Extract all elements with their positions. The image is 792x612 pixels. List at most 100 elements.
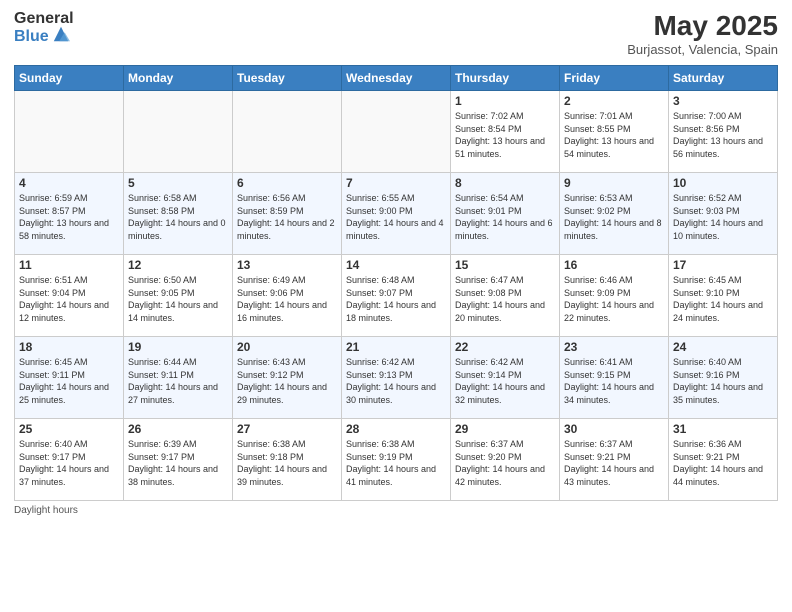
calendar-cell <box>15 91 124 173</box>
calendar-cell: 5Sunrise: 6:58 AMSunset: 8:58 PMDaylight… <box>124 173 233 255</box>
daylight-label: Daylight hours <box>14 505 78 516</box>
day-number: 16 <box>564 258 664 272</box>
calendar-cell: 21 Sunrise: 6:42 AMSunset: 9:13 PMDayligh… <box>342 337 451 419</box>
day-number: 19 <box>128 340 228 354</box>
title-month: May 2025 <box>627 10 778 42</box>
weekday-header-saturday: Saturday <box>669 66 778 91</box>
title-location: Burjassot, Valencia, Spain <box>627 42 778 57</box>
weekday-header-tuesday: Tuesday <box>233 66 342 91</box>
calendar-cell: 24 Sunrise: 6:40 AMSunset: 9:16 PMDayligh… <box>669 337 778 419</box>
day-number: 13 <box>237 258 337 272</box>
logo: General Blue <box>14 10 74 45</box>
day-number: 27 <box>237 422 337 436</box>
day-number: 30 <box>564 422 664 436</box>
day-number: 3 <box>673 94 773 108</box>
calendar-cell: 22 Sunrise: 6:42 AMSunset: 9:14 PMDayligh… <box>451 337 560 419</box>
weekday-header-row: SundayMondayTuesdayWednesdayThursdayFrid… <box>15 66 778 91</box>
calendar-cell: 29 Sunrise: 6:37 AMSunset: 9:20 PMDayligh… <box>451 419 560 501</box>
day-number: 24 <box>673 340 773 354</box>
day-number: 18 <box>19 340 119 354</box>
day-info: Sunrise: 6:37 AMSunset: 9:21 PMDaylight:… <box>564 438 664 488</box>
day-info: Sunrise: 6:51 AMSunset: 9:04 PMDaylight:… <box>19 274 119 324</box>
day-number: 12 <box>128 258 228 272</box>
day-info: Sunrise: 6:42 AMSunset: 9:13 PMDaylight:… <box>346 356 446 406</box>
calendar-cell: 8Sunrise: 6:54 AMSunset: 9:01 PMDaylight… <box>451 173 560 255</box>
day-number: 23 <box>564 340 664 354</box>
day-number: 9 <box>564 176 664 190</box>
calendar-cell: 17 Sunrise: 6:45 AMSunset: 9:10 PMDayligh… <box>669 255 778 337</box>
calendar-cell: 11 Sunrise: 6:51 AMSunset: 9:04 PMDayligh… <box>15 255 124 337</box>
day-info: Sunrise: 7:01 AMSunset: 8:55 PMDaylight:… <box>564 110 664 160</box>
day-info: Sunrise: 6:42 AMSunset: 9:14 PMDaylight:… <box>455 356 555 406</box>
day-info: Sunrise: 6:56 AMSunset: 8:59 PMDaylight:… <box>237 192 337 242</box>
calendar-week-5: 25 Sunrise: 6:40 AMSunset: 9:17 PMDayligh… <box>15 419 778 501</box>
calendar-cell: 16 Sunrise: 6:46 AMSunset: 9:09 PMDayligh… <box>560 255 669 337</box>
day-info: Sunrise: 6:45 AMSunset: 9:10 PMDaylight:… <box>673 274 773 324</box>
calendar-cell: 30 Sunrise: 6:37 AMSunset: 9:21 PMDayligh… <box>560 419 669 501</box>
logo-icon <box>52 25 70 43</box>
day-info: Sunrise: 6:45 AMSunset: 9:11 PMDaylight:… <box>19 356 119 406</box>
day-info: Sunrise: 6:55 AMSunset: 9:00 PMDaylight:… <box>346 192 446 242</box>
day-info: Sunrise: 6:39 AMSunset: 9:17 PMDaylight:… <box>128 438 228 488</box>
day-number: 31 <box>673 422 773 436</box>
day-info: Sunrise: 6:53 AMSunset: 9:02 PMDaylight:… <box>564 192 664 242</box>
calendar-cell: 2 Sunrise: 7:01 AMSunset: 8:55 PMDaylight… <box>560 91 669 173</box>
calendar-week-2: 4Sunrise: 6:59 AMSunset: 8:57 PMDaylight… <box>15 173 778 255</box>
calendar-cell <box>233 91 342 173</box>
day-info: Sunrise: 7:00 AMSunset: 8:56 PMDaylight:… <box>673 110 773 160</box>
calendar-cell: 1 Sunrise: 7:02 AMSunset: 8:54 PMDaylight… <box>451 91 560 173</box>
calendar-cell: 20 Sunrise: 6:43 AMSunset: 9:12 PMDayligh… <box>233 337 342 419</box>
calendar-cell: 19Sunrise: 6:44 AMSunset: 9:11 PMDayligh… <box>124 337 233 419</box>
logo-blue: Blue <box>14 28 49 46</box>
day-info: Sunrise: 6:40 AMSunset: 9:16 PMDaylight:… <box>673 356 773 406</box>
day-info: Sunrise: 6:38 AMSunset: 9:19 PMDaylight:… <box>346 438 446 488</box>
calendar-cell: 18 Sunrise: 6:45 AMSunset: 9:11 PMDayligh… <box>15 337 124 419</box>
day-number: 26 <box>128 422 228 436</box>
day-number: 22 <box>455 340 555 354</box>
day-info: Sunrise: 7:02 AMSunset: 8:54 PMDaylight:… <box>455 110 555 160</box>
calendar-cell: 9 Sunrise: 6:53 AMSunset: 9:02 PMDaylight… <box>560 173 669 255</box>
day-number: 20 <box>237 340 337 354</box>
day-info: Sunrise: 6:46 AMSunset: 9:09 PMDaylight:… <box>564 274 664 324</box>
day-number: 5 <box>128 176 228 190</box>
day-number: 6 <box>237 176 337 190</box>
day-info: Sunrise: 6:36 AMSunset: 9:21 PMDaylight:… <box>673 438 773 488</box>
calendar-week-3: 11 Sunrise: 6:51 AMSunset: 9:04 PMDayligh… <box>15 255 778 337</box>
title-block: May 2025 Burjassot, Valencia, Spain <box>627 10 778 57</box>
day-number: 11 <box>19 258 119 272</box>
calendar-cell <box>342 91 451 173</box>
calendar-cell: 3 Sunrise: 7:00 AMSunset: 8:56 PMDaylight… <box>669 91 778 173</box>
calendar-cell: 31 Sunrise: 6:36 AMSunset: 9:21 PMDayligh… <box>669 419 778 501</box>
weekday-header-monday: Monday <box>124 66 233 91</box>
day-number: 29 <box>455 422 555 436</box>
day-number: 7 <box>346 176 446 190</box>
calendar-cell: 28Sunrise: 6:38 AMSunset: 9:19 PMDayligh… <box>342 419 451 501</box>
calendar-cell: 14 Sunrise: 6:48 AMSunset: 9:07 PMDayligh… <box>342 255 451 337</box>
weekday-header-thursday: Thursday <box>451 66 560 91</box>
day-info: Sunrise: 6:40 AMSunset: 9:17 PMDaylight:… <box>19 438 119 488</box>
calendar-table: SundayMondayTuesdayWednesdayThursdayFrid… <box>14 65 778 501</box>
day-info: Sunrise: 6:37 AMSunset: 9:20 PMDaylight:… <box>455 438 555 488</box>
day-number: 15 <box>455 258 555 272</box>
day-number: 14 <box>346 258 446 272</box>
day-number: 21 <box>346 340 446 354</box>
weekday-header-friday: Friday <box>560 66 669 91</box>
day-info: Sunrise: 6:59 AMSunset: 8:57 PMDaylight:… <box>19 192 119 242</box>
day-info: Sunrise: 6:54 AMSunset: 9:01 PMDaylight:… <box>455 192 555 242</box>
calendar-cell: 15 Sunrise: 6:47 AMSunset: 9:08 PMDayligh… <box>451 255 560 337</box>
day-info: Sunrise: 6:52 AMSunset: 9:03 PMDaylight:… <box>673 192 773 242</box>
day-info: Sunrise: 6:38 AMSunset: 9:18 PMDaylight:… <box>237 438 337 488</box>
day-number: 1 <box>455 94 555 108</box>
page-header: General Blue May 2025 Burjassot, Valenci… <box>14 10 778 57</box>
calendar-cell: 6 Sunrise: 6:56 AMSunset: 8:59 PMDaylight… <box>233 173 342 255</box>
weekday-header-sunday: Sunday <box>15 66 124 91</box>
day-info: Sunrise: 6:43 AMSunset: 9:12 PMDaylight:… <box>237 356 337 406</box>
day-number: 2 <box>564 94 664 108</box>
day-number: 17 <box>673 258 773 272</box>
calendar-week-1: 1 Sunrise: 7:02 AMSunset: 8:54 PMDaylight… <box>15 91 778 173</box>
day-info: Sunrise: 6:48 AMSunset: 9:07 PMDaylight:… <box>346 274 446 324</box>
day-info: Sunrise: 6:47 AMSunset: 9:08 PMDaylight:… <box>455 274 555 324</box>
day-number: 25 <box>19 422 119 436</box>
day-info: Sunrise: 6:49 AMSunset: 9:06 PMDaylight:… <box>237 274 337 324</box>
calendar-cell: 23Sunrise: 6:41 AMSunset: 9:15 PMDayligh… <box>560 337 669 419</box>
